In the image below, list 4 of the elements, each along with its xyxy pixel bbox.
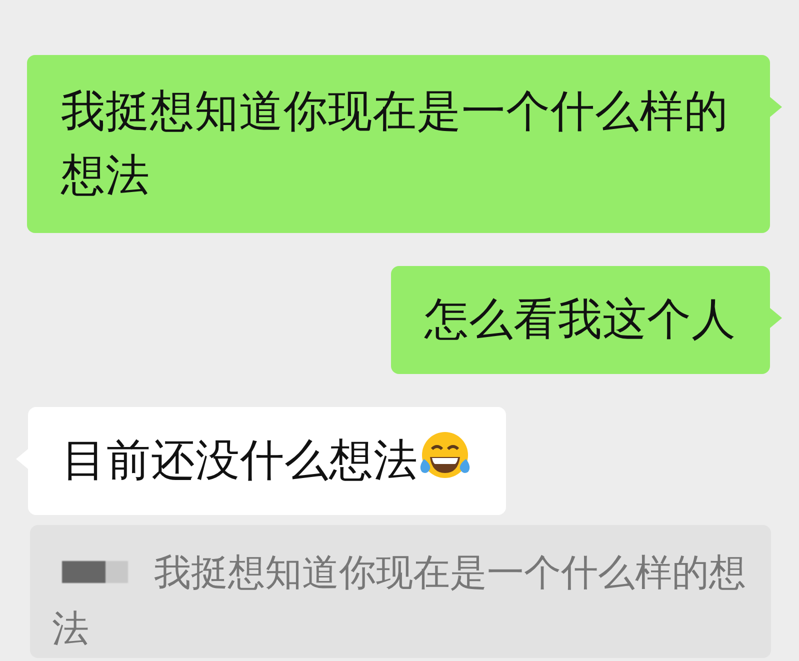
- message-text: 目前还没什么想法: [62, 435, 418, 486]
- message-text: 我挺想知道你现在是一个什么样的想法: [61, 86, 728, 201]
- quoted-text: 我挺想知道你现在是一个什么样的想法: [52, 551, 746, 650]
- message-text: 怎么看我这个人: [424, 294, 736, 345]
